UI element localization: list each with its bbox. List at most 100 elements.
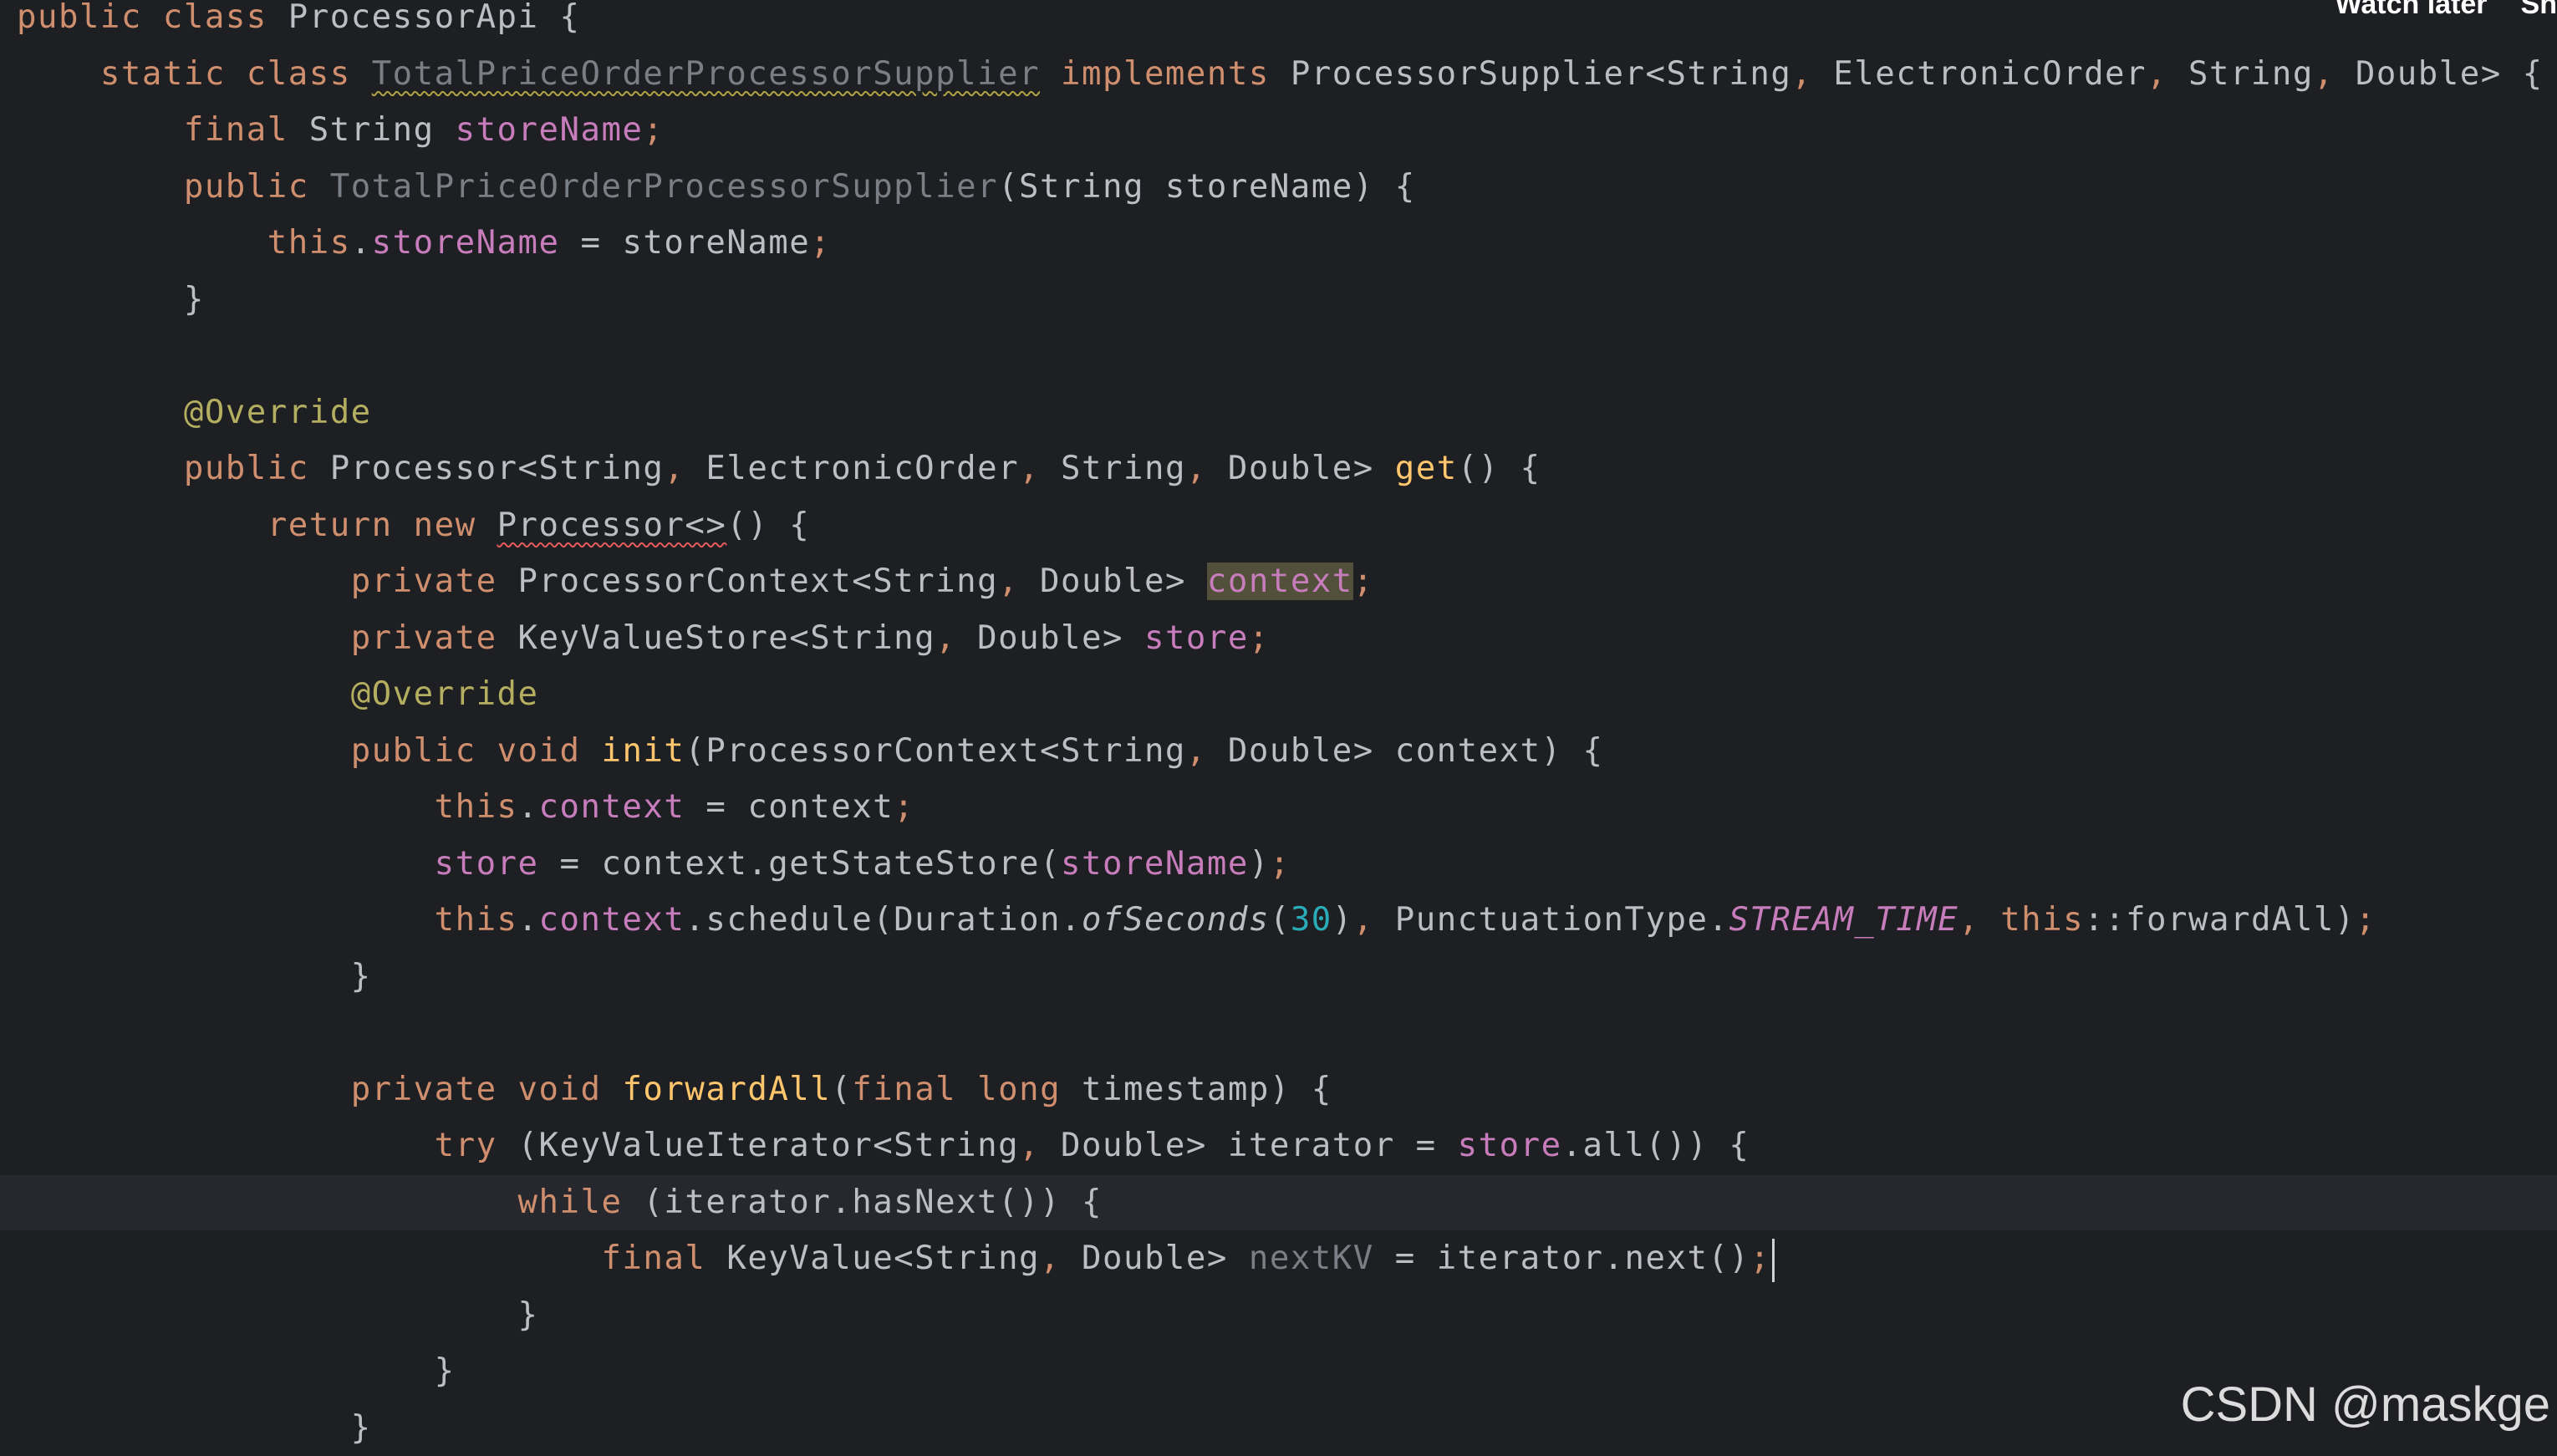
code-token: Processor<> bbox=[497, 506, 727, 544]
code-token: TotalPriceOrderProcessorSupplier bbox=[329, 167, 999, 206]
code-line[interactable]: static class TotalPriceOrderProcessorSup… bbox=[17, 47, 2544, 102]
code-token: , bbox=[2313, 54, 2335, 93]
code-line[interactable]: final String storeName; bbox=[17, 103, 664, 158]
code-line[interactable]: } bbox=[17, 1344, 456, 1399]
code-token: .schedule(Duration. bbox=[685, 901, 1082, 939]
code-token: public bbox=[17, 0, 142, 36]
code-token: try bbox=[434, 1127, 497, 1164]
code-line[interactable]: private void forwardAll(final long times… bbox=[17, 1062, 1332, 1117]
share-button[interactable]: Sh bbox=[2521, 0, 2557, 22]
code-line[interactable]: return new Processor<>() { bbox=[17, 498, 810, 553]
code-token: } bbox=[17, 1352, 456, 1390]
code-token: ( bbox=[831, 1070, 853, 1108]
code-token: String bbox=[2167, 54, 2314, 93]
code-token: , bbox=[1019, 1127, 1041, 1164]
code-token: class bbox=[246, 54, 351, 93]
code-token: return bbox=[267, 506, 393, 544]
code-line[interactable]: @Override bbox=[17, 385, 372, 440]
code-token: (String storeName) { bbox=[998, 167, 1416, 206]
code-token: public bbox=[183, 450, 309, 487]
code-token: final bbox=[601, 1240, 706, 1277]
code-token: , bbox=[2147, 54, 2167, 93]
code-line[interactable]: private KeyValueStore<String, Double> st… bbox=[17, 611, 1270, 666]
code-token: store bbox=[1144, 619, 1249, 657]
code-token: String bbox=[1040, 450, 1186, 487]
code-token: ; bbox=[1248, 619, 1270, 657]
code-token: ProcessorContext<String bbox=[497, 563, 999, 600]
code-token: , bbox=[1019, 450, 1041, 487]
code-token: void bbox=[497, 731, 581, 770]
code-token: ElectronicOrder bbox=[1812, 54, 2147, 93]
code-line[interactable]: this.context = context; bbox=[17, 780, 914, 835]
code-token: , bbox=[1958, 901, 1980, 939]
code-token: ; bbox=[894, 788, 915, 826]
code-token: Double> iterator = bbox=[1040, 1127, 1458, 1164]
code-token: ElectronicOrder bbox=[685, 450, 1020, 487]
code-line[interactable]: private ProcessorContext<String, Double>… bbox=[17, 554, 1374, 609]
code-token: (ProcessorContext<String bbox=[685, 731, 1186, 770]
code-line[interactable]: public TotalPriceOrderProcessorSupplier(… bbox=[17, 160, 1416, 215]
code-line[interactable]: } bbox=[17, 949, 372, 1005]
code-line[interactable]: final KeyValue<String, Double> nextKV = … bbox=[17, 1231, 1775, 1286]
watch-later-button[interactable]: Watch later bbox=[2335, 0, 2488, 22]
code-token: Double> { bbox=[2334, 54, 2544, 93]
code-token: ; bbox=[2355, 901, 2376, 939]
code-line[interactable]: while (iterator.hasNext()) { bbox=[17, 1175, 1103, 1230]
code-token: this bbox=[267, 224, 351, 262]
code-line[interactable]: } bbox=[17, 272, 205, 328]
code-token: ; bbox=[643, 111, 665, 149]
code-token: , bbox=[1352, 901, 1374, 939]
code-token: ) bbox=[1332, 901, 1353, 939]
code-token: 30 bbox=[1290, 901, 1332, 939]
code-token: private bbox=[350, 1070, 497, 1108]
code-token: = context.getStateStore( bbox=[538, 844, 1062, 883]
code-token: ( bbox=[1269, 901, 1291, 939]
code-token: init bbox=[601, 731, 685, 770]
code-token: @Override bbox=[350, 675, 539, 713]
code-token: ofSeconds bbox=[1082, 901, 1270, 939]
code-line[interactable]: @Override bbox=[17, 667, 539, 722]
code-token: public bbox=[183, 167, 309, 206]
code-line[interactable]: } bbox=[17, 1288, 539, 1343]
code-line[interactable]: public Processor<String, ElectronicOrder… bbox=[17, 441, 1541, 496]
code-token: ProcessorApi { bbox=[267, 0, 581, 36]
code-line[interactable]: store = context.getStateStore(storeName)… bbox=[17, 837, 1291, 892]
code-token: this bbox=[434, 901, 518, 939]
code-editor[interactable]: public class ProcessorApi { static class… bbox=[0, 0, 2557, 1447]
code-token: .all()) { bbox=[1561, 1127, 1750, 1164]
video-overlay-controls: Watch later Sh bbox=[2335, 0, 2557, 22]
code-token: , bbox=[1040, 1240, 1062, 1277]
code-line[interactable]: public void init(ProcessorContext<String… bbox=[17, 724, 1604, 779]
code-line[interactable]: this.context.schedule(Duration.ofSeconds… bbox=[17, 893, 2376, 948]
code-token: ProcessorSupplier<String bbox=[1269, 54, 1792, 93]
code-token: class bbox=[162, 0, 267, 36]
code-token: ; bbox=[1750, 1240, 1771, 1277]
watermark: CSDN @maskge bbox=[2180, 1377, 2550, 1432]
code-token: long bbox=[977, 1070, 1062, 1108]
code-token: TotalPriceOrderProcessorSupplier bbox=[371, 54, 1041, 93]
code-token: Double> bbox=[1206, 450, 1395, 487]
code-line[interactable]: this.storeName = storeName; bbox=[17, 216, 831, 271]
code-token: } bbox=[17, 1296, 539, 1334]
code-token: public bbox=[350, 731, 476, 770]
code-token: static bbox=[99, 54, 226, 93]
code-token: = storeName bbox=[559, 224, 811, 262]
code-token: Double> bbox=[1061, 1240, 1249, 1277]
code-line[interactable]: public class ProcessorApi { bbox=[17, 0, 580, 45]
code-token: Double> bbox=[1019, 563, 1207, 600]
code-token: void bbox=[517, 1070, 602, 1108]
code-token: this bbox=[2000, 901, 2085, 939]
code-line[interactable]: } bbox=[17, 1401, 372, 1456]
code-line[interactable]: try (KeyValueIterator<String, Double> it… bbox=[17, 1118, 1750, 1173]
